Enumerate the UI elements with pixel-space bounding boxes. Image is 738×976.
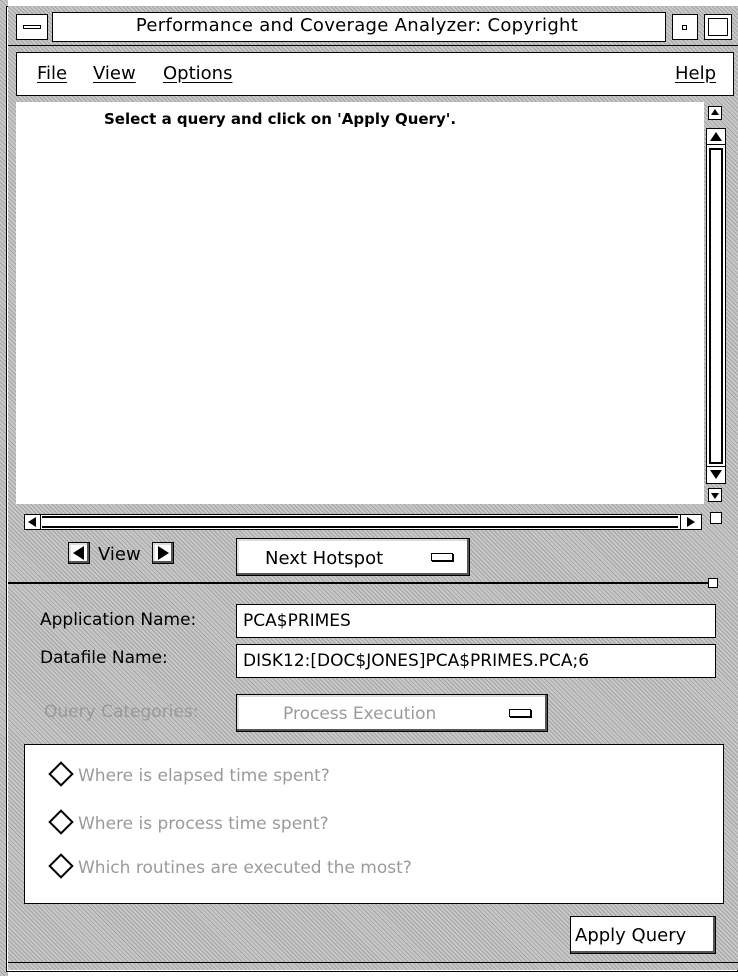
radio-diamond-icon: [48, 853, 74, 879]
frame-bottom-edge: [8, 962, 738, 963]
window-title: Performance and Coverage Analyzer: Copyr…: [135, 15, 579, 36]
scroll-top-icon[interactable]: [708, 106, 722, 120]
query-option-label: Which routines are executed the most?: [78, 858, 412, 878]
right-triangle: [687, 517, 695, 527]
query-categories-menu[interactable]: Process Execution: [236, 694, 548, 732]
query-categories-value: Process Execution: [283, 704, 437, 724]
scroll-bottom-triangle: [711, 493, 719, 499]
maximize-icon: [708, 18, 728, 36]
scroll-up-arrow-icon[interactable]: [707, 129, 725, 145]
query-option-routines[interactable]: Which routines are executed the most?: [48, 853, 412, 879]
datafile-name-field[interactable]: DISK12:[DOC$JONES]PCA$PRIMES.PCA;6: [236, 644, 716, 678]
scroll-right-arrow-icon[interactable]: [680, 515, 701, 529]
view-label: View: [98, 544, 141, 565]
minimize-icon: [682, 25, 687, 30]
minimize-button[interactable]: [672, 14, 698, 40]
query-option-label: Where is elapsed time spent?: [78, 766, 330, 786]
radio-diamond-icon: [48, 809, 74, 835]
scroll-left-arrow-icon[interactable]: [25, 515, 41, 529]
view-next-button[interactable]: [152, 542, 174, 564]
scroll-bottom-icon[interactable]: [708, 488, 722, 502]
next-hotspot-menu-button[interactable]: Next Hotspot: [236, 538, 470, 576]
window-menu-button[interactable]: [16, 14, 48, 40]
instruction-message: Select a query and click on 'Apply Query…: [104, 110, 457, 128]
scroll-corner-box: [710, 512, 722, 524]
window-menu-icon: [23, 25, 41, 29]
apply-query-label: Apply Query: [575, 925, 687, 946]
maximize-button[interactable]: [704, 14, 732, 40]
query-option-elapsed[interactable]: Where is elapsed time spent?: [48, 761, 330, 787]
menu-view-label: View: [93, 63, 136, 84]
query-categories-indicator-icon: [509, 709, 531, 717]
scroll-down-arrow-icon[interactable]: [707, 466, 725, 482]
pane-sash[interactable]: [708, 578, 718, 588]
up-triangle: [710, 132, 722, 141]
query-option-process[interactable]: Where is process time spent?: [48, 809, 329, 835]
application-name-label: Application Name:: [40, 610, 197, 630]
menu-help-label: Help: [675, 63, 717, 84]
view-previous-button[interactable]: [68, 542, 90, 564]
horizontal-scroll-thumb[interactable]: [42, 516, 678, 528]
menu-file-label: File: [37, 63, 68, 84]
application-name-field[interactable]: PCA$PRIMES: [236, 604, 716, 638]
menu-options-label: Options: [163, 63, 233, 84]
menu-options[interactable]: Options: [163, 53, 232, 95]
view-next-icon: [158, 546, 169, 560]
apply-query-button[interactable]: Apply Query: [570, 916, 716, 954]
menu-bar: File View Options Help: [16, 52, 734, 96]
scroll-top-triangle: [711, 109, 719, 115]
datafile-name-label: Datafile Name:: [40, 648, 168, 668]
output-area[interactable]: [16, 102, 704, 504]
left-triangle: [28, 517, 36, 527]
menu-view[interactable]: View: [93, 53, 136, 95]
menu-help[interactable]: Help: [675, 53, 716, 95]
vertical-scroll-thumb[interactable]: [709, 148, 723, 464]
query-option-label: Where is process time spent?: [78, 814, 329, 834]
menu-file[interactable]: File: [37, 53, 67, 95]
query-categories-label: Query Categories:: [44, 702, 199, 722]
down-triangle: [710, 470, 722, 479]
pane-divider: [8, 582, 708, 584]
option-menu-indicator-icon: [431, 553, 453, 561]
next-hotspot-label: Next Hotspot: [265, 548, 384, 569]
radio-diamond-icon: [48, 761, 74, 787]
view-previous-icon: [73, 546, 84, 560]
